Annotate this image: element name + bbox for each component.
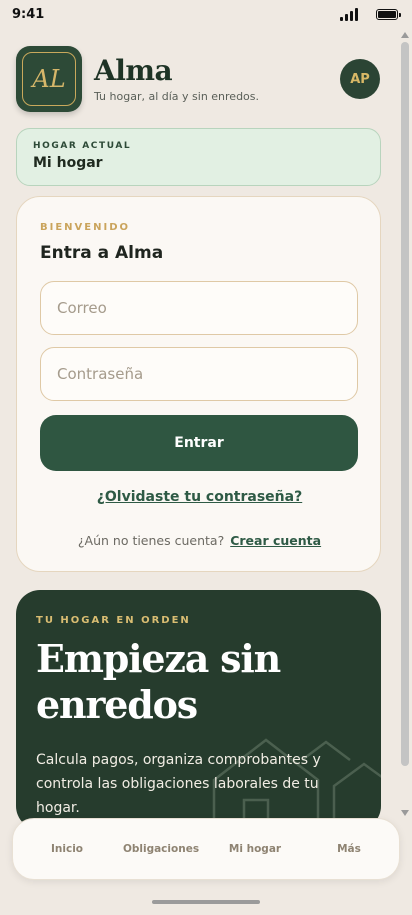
nav-item-obligaciones[interactable]: Obligaciones: [121, 819, 201, 879]
signup-prompt: ¿Aún no tienes cuenta?: [77, 533, 225, 548]
page-scrollbar[interactable]: [400, 30, 410, 818]
welcome-eyebrow: BIENVENIDO: [40, 222, 131, 233]
user-avatar[interactable]: AP: [340, 59, 380, 99]
create-account-link[interactable]: Crear cuenta: [230, 533, 321, 548]
forgot-password-link[interactable]: ¿Olvidaste tu contraseña?: [17, 489, 382, 505]
nav-item-mi-hogar[interactable]: Mi hogar: [201, 819, 309, 879]
password-field[interactable]: [40, 347, 358, 401]
login-card: BIENVENIDO Entra a Alma Entrar ¿Olvidast…: [16, 196, 381, 572]
scroll-down-arrow-icon[interactable]: [401, 810, 409, 816]
promo-eyebrow: TU HOGAR EN ORDEN: [36, 615, 191, 626]
app-tagline: Tu hogar, al día y sin enredos.: [94, 90, 260, 103]
login-button[interactable]: Entrar: [40, 415, 358, 471]
current-household-card[interactable]: HOGAR ACTUAL Mi hogar: [16, 128, 381, 186]
status-icons: [340, 7, 401, 21]
promo-title: Empieza sin enredos: [36, 636, 281, 727]
scroll-up-arrow-icon[interactable]: [401, 32, 409, 38]
login-title: Entra a Alma: [40, 243, 164, 263]
scrollbar-thumb[interactable]: [401, 42, 409, 766]
app-logo: AL: [16, 46, 82, 112]
logo-monogram: AL: [22, 52, 76, 106]
email-field[interactable]: [40, 281, 358, 335]
signup-row: ¿Aún no tienes cuenta? Crear cuenta: [17, 533, 382, 548]
cellular-signal-icon: [340, 7, 358, 21]
app-name: Alma: [94, 54, 173, 87]
home-indicator: [152, 900, 260, 904]
status-bar: 9:41: [0, 0, 412, 28]
forgot-password-label[interactable]: ¿Olvidaste tu contraseña?: [97, 489, 302, 505]
nav-item-inicio[interactable]: Inicio: [13, 819, 121, 879]
status-time: 9:41: [12, 6, 45, 22]
promo-description: Calcula pagos, organiza comprobantes y c…: [36, 752, 321, 816]
battery-fill: [378, 10, 396, 18]
bottom-nav: Inicio Obligaciones Mi hogar Más: [12, 818, 400, 880]
nav-item-mas[interactable]: Más: [309, 819, 389, 879]
promo-card: TU HOGAR EN ORDEN Empieza sin enredos Ca…: [16, 590, 381, 830]
household-name: Mi hogar: [33, 155, 103, 171]
battery-icon: [376, 8, 401, 20]
household-label: HOGAR ACTUAL: [33, 141, 132, 151]
